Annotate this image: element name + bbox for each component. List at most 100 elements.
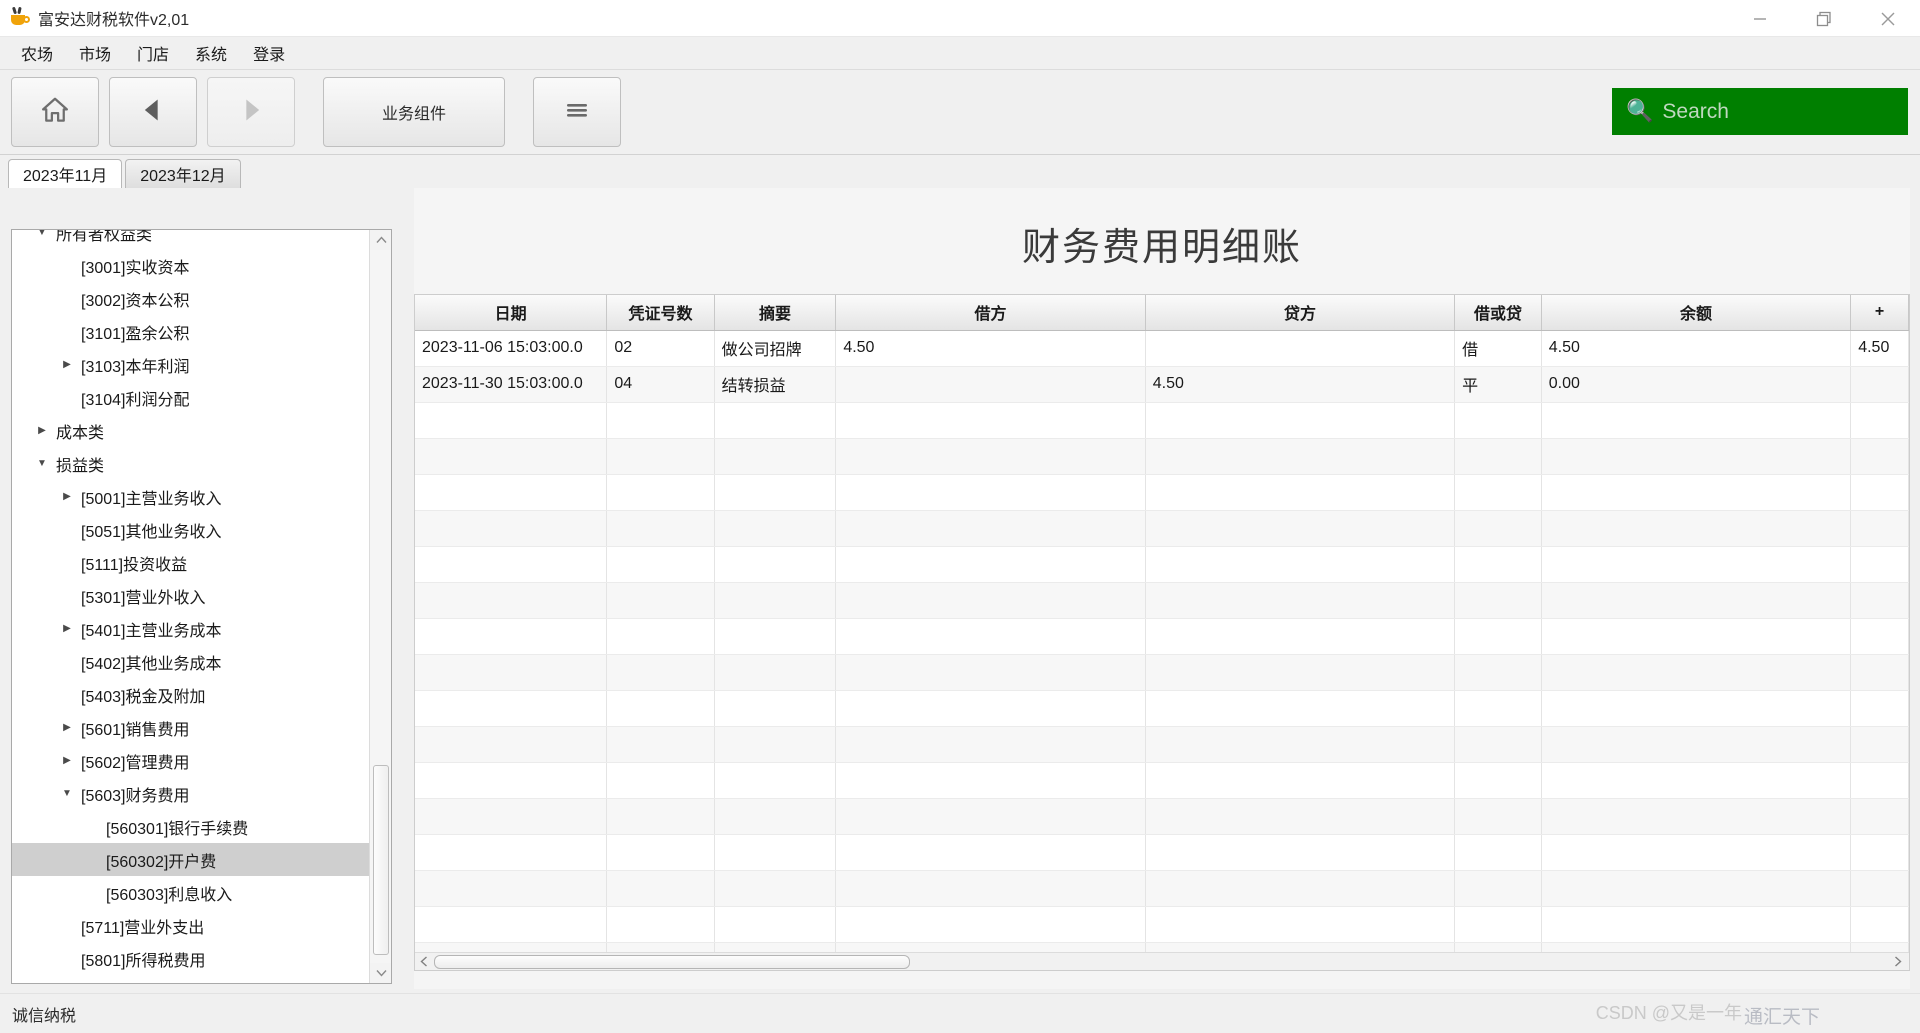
tree-item[interactable]: ▼ 损益类	[12, 447, 369, 480]
tree-item[interactable]: ▼ [5603]财务费用	[12, 777, 369, 810]
table-cell	[1145, 510, 1456, 547]
table-row-empty[interactable]	[415, 654, 1909, 691]
table-row-empty[interactable]	[415, 618, 1909, 655]
table-cell	[606, 834, 715, 871]
tree-item[interactable]: ▶[5403]税金及附加	[12, 678, 369, 711]
business-components-button[interactable]: 业务组件	[323, 77, 505, 147]
table-row-empty[interactable]	[415, 690, 1909, 727]
forward-button[interactable]	[207, 77, 295, 147]
menu-button[interactable]	[533, 77, 621, 147]
chevron-down-icon[interactable]: ▼	[34, 458, 50, 469]
tab-2023-12[interactable]: 2023年12月	[125, 159, 241, 188]
tree-item[interactable]: ▶[560302]开户费	[12, 843, 369, 876]
menu-item-denglu[interactable]: 登录	[240, 37, 298, 69]
chevron-right-icon[interactable]: ▶	[59, 722, 75, 733]
tree-item[interactable]: ▶[5711]营业外支出	[12, 909, 369, 942]
table-row-empty[interactable]	[415, 798, 1909, 835]
tree-scrollbar-thumb[interactable]	[373, 765, 389, 955]
tree-item[interactable]: ▶ [5602]管理费用	[12, 744, 369, 777]
back-button[interactable]	[109, 77, 197, 147]
table-row-empty[interactable]	[415, 402, 1909, 439]
column-header[interactable]: 贷方	[1145, 295, 1456, 331]
account-tree-list[interactable]: ▼所有者权益类▶[3001]实收资本▶[3002]资本公积▶[3101]盈余公积…	[12, 230, 369, 983]
table-body[interactable]: 2023-11-06 15:03:00.0 02 做公司招牌 4.50 借 4.50 4.5…	[415, 330, 1909, 970]
table-cell	[1850, 762, 1909, 799]
restore-button[interactable]	[1792, 0, 1856, 37]
chevron-right-icon[interactable]: ▶	[34, 425, 50, 436]
chevron-up-icon[interactable]	[370, 230, 391, 250]
table-cell	[714, 834, 837, 871]
chevron-right-icon[interactable]: ▶	[59, 755, 75, 766]
table-row[interactable]: 2023-11-30 15:03:00.0 04 结转损益 4.50 平 0.00	[415, 366, 1909, 403]
table-row-empty[interactable]	[415, 834, 1909, 871]
home-button[interactable]	[11, 77, 99, 147]
chevron-right-icon[interactable]: ▶	[59, 359, 75, 370]
table-row-empty[interactable]	[415, 870, 1909, 907]
table-cell	[606, 582, 715, 619]
tree-item[interactable]: ▶[5301]营业外收入	[12, 579, 369, 612]
table-cell	[1541, 762, 1852, 799]
chevron-down-icon[interactable]: ▼	[34, 230, 50, 238]
tree-vertical-scrollbar[interactable]	[369, 230, 391, 983]
table-row-empty[interactable]	[415, 582, 1909, 619]
table-cell	[1145, 906, 1456, 943]
tree-item[interactable]: ▶ 成本类	[12, 414, 369, 447]
column-header[interactable]: 日期	[415, 295, 608, 331]
back-arrow-icon	[139, 96, 167, 129]
chevron-left-icon[interactable]	[415, 953, 433, 971]
menu-item-shichang[interactable]: 市场	[66, 37, 124, 69]
tree-item[interactable]: ▶[5051]其他业务收入	[12, 513, 369, 546]
table-row-empty[interactable]	[415, 510, 1909, 547]
table-row[interactable]: 2023-11-06 15:03:00.0 02 做公司招牌 4.50 借 4.50 4.5…	[415, 330, 1909, 367]
tree-item[interactable]: ▶ [3103]本年利润	[12, 348, 369, 381]
tree-item[interactable]: ▶ [5601]销售费用	[12, 711, 369, 744]
close-button[interactable]	[1856, 0, 1920, 37]
tree-item[interactable]: ▶ [5401]主营业务成本	[12, 612, 369, 645]
tree-item[interactable]: ▶[560303]利息收入	[12, 876, 369, 909]
table-cell	[835, 546, 1146, 583]
add-column-button[interactable]: +	[1850, 295, 1909, 331]
tree-item[interactable]: ▶[5801]所得税费用	[12, 942, 369, 975]
page-title: 财务费用明细账	[1021, 227, 1302, 269]
chevron-right-icon[interactable]: ▶	[59, 491, 75, 502]
chevron-down-icon[interactable]	[370, 963, 391, 983]
table-row-empty[interactable]	[415, 726, 1909, 763]
table-cell	[1541, 906, 1852, 943]
table-row-empty[interactable]	[415, 438, 1909, 475]
table-row-empty[interactable]	[415, 546, 1909, 583]
table-cell	[1454, 546, 1542, 583]
table-row-empty[interactable]	[415, 906, 1909, 943]
table-horizontal-scrollbar[interactable]	[415, 952, 1909, 970]
table-cell	[606, 798, 715, 835]
hscrollbar-thumb[interactable]	[434, 954, 910, 969]
tree-item[interactable]: ▶[3002]资本公积	[12, 282, 369, 315]
menu-item-mendian[interactable]: 门店	[124, 37, 182, 69]
table-cell	[1541, 726, 1852, 763]
tree-item[interactable]: ▶ [5001]主营业务收入	[12, 480, 369, 513]
title-bar: 富安达财税软件v2,01	[0, 0, 1920, 37]
table-cell	[415, 546, 608, 583]
table-row-empty[interactable]	[415, 762, 1909, 799]
tree-item[interactable]: ▶[5402]其他业务成本	[12, 645, 369, 678]
column-header[interactable]: 借方	[835, 295, 1146, 331]
table-cell	[1145, 582, 1456, 619]
tree-item[interactable]: ▶[560301]银行手续费	[12, 810, 369, 843]
chevron-right-icon[interactable]: ▶	[59, 623, 75, 634]
tree-item[interactable]: ▶[3104]利润分配	[12, 381, 369, 414]
tab-2023-11[interactable]: 2023年11月	[8, 159, 123, 188]
chevron-right-icon[interactable]	[1889, 953, 1907, 971]
column-header[interactable]: 摘要	[714, 295, 837, 331]
tree-item[interactable]: ▶[5111]投资收益	[12, 546, 369, 579]
column-header[interactable]: 凭证号数	[606, 295, 715, 331]
column-header[interactable]: 余额	[1541, 295, 1852, 331]
menu-item-xitong[interactable]: 系统	[182, 37, 240, 69]
minimize-button[interactable]	[1728, 0, 1792, 37]
tree-item[interactable]: ▶[3001]实收资本	[12, 249, 369, 282]
tree-item[interactable]: ▼ 所有者权益类	[12, 230, 369, 249]
table-row-empty[interactable]	[415, 474, 1909, 511]
menu-item-nongchang[interactable]: 农场	[8, 37, 66, 69]
chevron-down-icon[interactable]: ▼	[59, 788, 75, 799]
column-header[interactable]: 借或贷	[1454, 295, 1542, 331]
search-field[interactable]: 🔍 Search	[1612, 88, 1908, 135]
tree-item[interactable]: ▶[3101]盈余公积	[12, 315, 369, 348]
